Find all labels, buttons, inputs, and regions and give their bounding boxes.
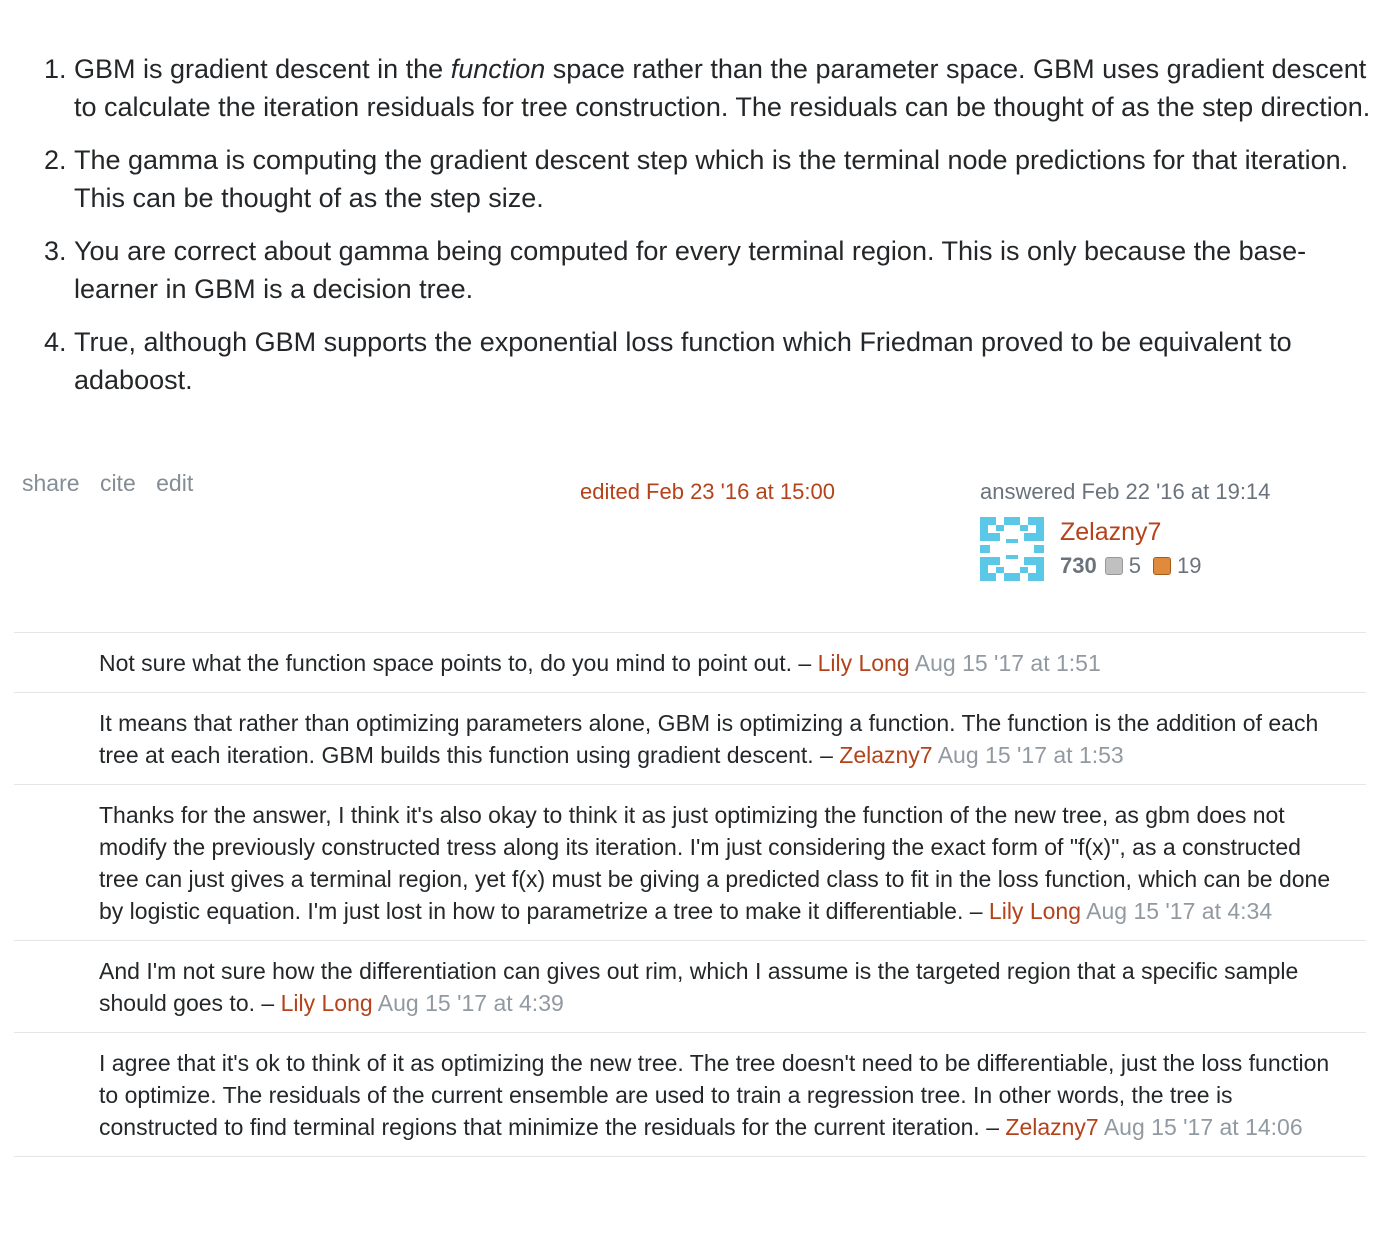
- user-info-card: answered Feb 22 '16 at 19:14 Zelazny7 73…: [980, 479, 1380, 581]
- answer-item-text: You are correct about gamma being comput…: [74, 236, 1307, 304]
- comment: It means that rather than optimizing par…: [14, 693, 1366, 785]
- comment-user-link[interactable]: Lily Long: [818, 650, 910, 676]
- comment: Not sure what the function space points …: [14, 633, 1366, 693]
- edited-timestamp-link[interactable]: edited Feb 23 '16 at 15:00: [580, 479, 835, 505]
- bronze-badge-count: 19: [1176, 553, 1202, 578]
- answer-item: True, although GBM supports the exponent…: [74, 323, 1372, 399]
- comment-date[interactable]: Aug 15 '17 at 1:53: [938, 742, 1124, 768]
- silver-badge-count: 5: [1128, 553, 1141, 578]
- answer-item-text: The gamma is computing the gradient desc…: [74, 145, 1349, 213]
- reputation-row: 730 5 19: [1060, 553, 1213, 579]
- user-row: Zelazny7 730 5 19: [980, 517, 1380, 581]
- share-link[interactable]: share: [22, 470, 80, 496]
- silver-badge-icon: [1104, 557, 1123, 575]
- user-name-link[interactable]: Zelazny7: [1060, 517, 1213, 547]
- user-avatar[interactable]: [980, 517, 1044, 581]
- cite-link[interactable]: cite: [100, 470, 136, 496]
- comment-text: It means that rather than optimizing par…: [99, 710, 1319, 768]
- comments-list: Not sure what the function space points …: [14, 632, 1366, 1157]
- comment-date[interactable]: Aug 15 '17 at 1:51: [915, 650, 1101, 676]
- comment-user-link[interactable]: Lily Long: [989, 898, 1081, 924]
- answer-item-italic: function: [450, 54, 546, 84]
- answer-item-text: True, although GBM supports the exponent…: [74, 327, 1292, 395]
- answer-item-text-before: GBM is gradient descent in the: [74, 54, 451, 84]
- comment-text: And I'm not sure how the differentiation…: [99, 958, 1299, 1016]
- answer-item: The gamma is computing the gradient desc…: [74, 141, 1372, 217]
- comment: Thanks for the answer, I think it's also…: [14, 785, 1366, 941]
- comment-user-link[interactable]: Zelazny7: [1005, 1114, 1098, 1140]
- answer-item: GBM is gradient descent in the function …: [74, 50, 1372, 126]
- comment-text: Not sure what the function space points …: [99, 650, 792, 676]
- edit-link[interactable]: edit: [156, 470, 193, 496]
- answer-item: You are correct about gamma being comput…: [74, 232, 1372, 308]
- user-details: Zelazny7 730 5 19: [1060, 517, 1213, 579]
- comment-date[interactable]: Aug 15 '17 at 4:34: [1086, 898, 1272, 924]
- post-menu: share cite edit: [22, 470, 207, 497]
- comment: I agree that it's ok to think of it as o…: [14, 1033, 1366, 1157]
- comment: And I'm not sure how the differentiation…: [14, 941, 1366, 1033]
- answer-list: GBM is gradient descent in the function …: [22, 50, 1372, 399]
- comment-date[interactable]: Aug 15 '17 at 4:39: [378, 990, 564, 1016]
- reputation-score: 730: [1060, 553, 1097, 578]
- comment-date[interactable]: Aug 15 '17 at 14:06: [1104, 1114, 1303, 1140]
- comment-user-link[interactable]: Lily Long: [281, 990, 373, 1016]
- comment-user-link[interactable]: Zelazny7: [839, 742, 932, 768]
- answered-timestamp: answered Feb 22 '16 at 19:14: [980, 479, 1271, 504]
- bronze-badge-icon: [1152, 557, 1171, 575]
- answer-body: GBM is gradient descent in the function …: [22, 50, 1372, 414]
